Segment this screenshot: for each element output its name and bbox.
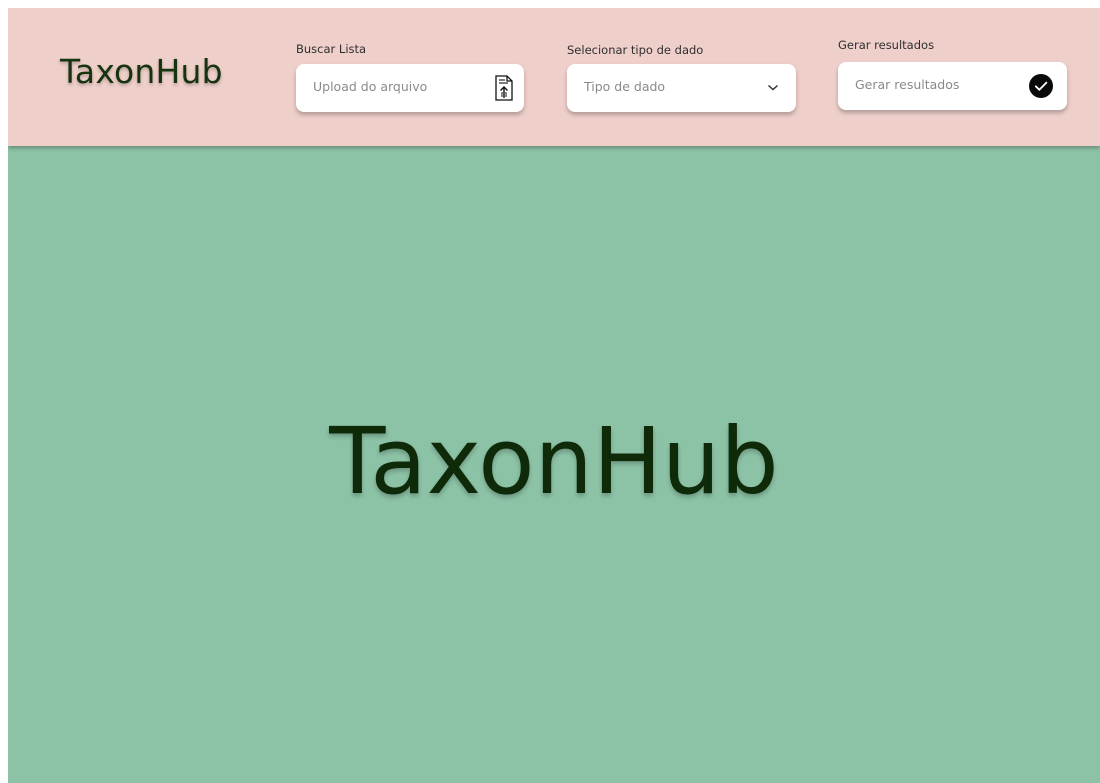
upload-file-input[interactable]: Upload do arquivo <box>296 64 524 112</box>
upload-placeholder: Upload do arquivo <box>313 79 428 94</box>
upload-label: Buscar Lista <box>296 42 367 56</box>
data-type-label: Selecionar tipo de dado <box>567 43 704 57</box>
data-type-select[interactable]: Tipo de dado <box>567 64 796 112</box>
chevron-down-icon <box>768 84 778 91</box>
logo[interactable]: TaxonHub <box>60 55 223 88</box>
generate-label: Gerar resultados <box>838 38 935 52</box>
check-circle-icon <box>1029 74 1053 98</box>
top-header: TaxonHub Buscar Lista Upload do arquivo … <box>8 8 1100 146</box>
generate-button-text: Gerar resultados <box>855 77 960 92</box>
generate-results-button[interactable]: Gerar resultados <box>838 62 1067 110</box>
upload-file-icon <box>495 75 513 101</box>
app-frame: TaxonHub Buscar Lista Upload do arquivo … <box>8 8 1100 783</box>
data-type-selected-value: Tipo de dado <box>584 79 666 94</box>
hero-title: TaxonHub <box>329 408 779 515</box>
